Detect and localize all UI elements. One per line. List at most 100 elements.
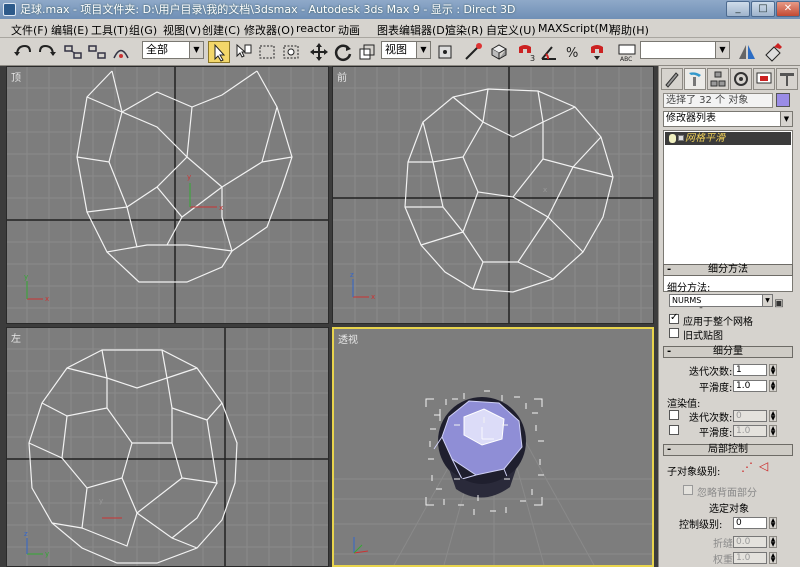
select-object-icon[interactable] <box>208 41 230 63</box>
chevron-down-icon: ▼ <box>189 42 203 58</box>
keyboard-shortcut-icon[interactable] <box>488 41 510 63</box>
viewport-left[interactable]: 左 y y z <box>6 327 329 567</box>
viewport-front[interactable]: 前 x z x <box>332 66 654 324</box>
modifier-list-dropdown[interactable]: 修改器列表 ▼ <box>663 111 793 127</box>
render-iterations-spinner-arrows[interactable]: ▲ ▼ <box>769 410 777 422</box>
percent-snap-icon[interactable]: % <box>562 41 584 63</box>
viewport-label-left[interactable]: 左 <box>11 330 21 345</box>
render-iterations-checkbox[interactable] <box>669 410 679 420</box>
render-smoothness-checkbox[interactable] <box>669 425 679 435</box>
modify-tab-icon[interactable] <box>684 68 706 90</box>
top-viewport-grid: y x x y <box>7 67 328 323</box>
menu-views[interactable]: 视图(V) <box>163 22 201 38</box>
weight-spinner[interactable]: 1.0 <box>733 552 767 564</box>
select-by-name-icon[interactable] <box>232 41 254 63</box>
utilities-tab-icon[interactable] <box>776 68 798 90</box>
render-smoothness-spinner[interactable]: 1.0 <box>733 425 767 437</box>
configure-modifier-sets-icon[interactable]: ▣ <box>771 296 787 312</box>
motion-tab-icon[interactable] <box>730 68 752 90</box>
maximize-button[interactable]: □ <box>751 1 775 17</box>
menu-tools[interactable]: 工具(T) <box>91 22 128 38</box>
stack-item-meshsmooth[interactable]: 网格平滑 <box>665 132 791 145</box>
vertex-icon[interactable]: ⋰ <box>741 460 753 474</box>
viewport-label-perspective[interactable]: 透视 <box>338 331 358 346</box>
menu-animation[interactable]: 动画 <box>338 22 360 38</box>
align-icon[interactable] <box>762 41 784 63</box>
menu-reactor[interactable]: reactor <box>296 22 335 35</box>
select-link-icon[interactable] <box>62 41 84 63</box>
rollout-subdivision-method[interactable]: - 细分方法 <box>663 264 793 276</box>
unlink-icon[interactable] <box>86 41 108 63</box>
selection-name-field[interactable]: 选择了 32 个 对象 <box>663 93 773 108</box>
move-icon[interactable] <box>308 41 330 63</box>
rotate-icon[interactable] <box>332 41 354 63</box>
title-bar: 足球.max - 项目文件夹: D:\用户目录\我的文档\3dsmax - Au… <box>0 0 800 19</box>
selection-filter-dropdown[interactable]: 全部 ▼ <box>142 41 204 59</box>
ignore-backfacing-checkbox[interactable] <box>683 485 693 495</box>
selection-filter-value: 全部 <box>146 43 168 56</box>
lightbulb-icon[interactable] <box>669 134 676 143</box>
crease-spinner-arrows[interactable]: ▲ ▼ <box>769 536 777 548</box>
angle-snap-icon[interactable] <box>538 41 560 63</box>
old-style-mapping-checkbox[interactable] <box>669 328 679 338</box>
window-crossing-icon[interactable] <box>280 41 302 63</box>
ignore-backfacing-label: 忽略背面部分 <box>697 488 757 499</box>
reference-coordinate-dropdown[interactable]: 视图 ▼ <box>381 41 431 59</box>
hierarchy-tab-icon[interactable] <box>707 68 729 90</box>
subdivision-method-dropdown[interactable]: NURMS ▼ <box>669 294 773 307</box>
viewport-label-front[interactable]: 前 <box>337 69 347 84</box>
apply-whole-mesh-checkbox[interactable] <box>669 312 679 324</box>
named-selection-icon[interactable]: ABC <box>616 41 638 63</box>
named-selection-sets-dropdown[interactable]: ▼ <box>640 41 730 59</box>
edge-icon[interactable]: ◁ <box>759 459 768 473</box>
viewport-area: 顶 y x x y 前 x z x 左 y y z 透视 <box>0 66 658 567</box>
menu-customize[interactable]: 自定义(U) <box>486 22 536 38</box>
menu-create[interactable]: 创建(C) <box>202 22 240 38</box>
snap-toggle-icon[interactable]: 3 <box>514 41 536 63</box>
menu-maxscript[interactable]: MAXScript(M) <box>538 22 613 35</box>
menu-help[interactable]: 帮助(H) <box>610 22 649 38</box>
bind-space-warp-icon[interactable] <box>110 41 132 63</box>
render-iterations-spinner[interactable]: 0 <box>733 410 767 422</box>
svg-text:x: x <box>45 295 49 303</box>
viewport-label-top[interactable]: 顶 <box>11 69 21 84</box>
minimize-button[interactable]: _ <box>726 1 750 17</box>
viewport-perspective[interactable]: 透视 <box>332 327 654 567</box>
render-iterations-label: 迭代次数: <box>689 413 733 424</box>
crease-spinner[interactable]: 0.0 <box>733 536 767 548</box>
iterations-spinner[interactable]: 1 <box>733 364 767 376</box>
render-smoothness-spinner-arrows[interactable]: ▲ ▼ <box>769 425 777 437</box>
spinner-snap-icon[interactable] <box>586 41 608 63</box>
menu-group[interactable]: 组(G) <box>129 22 157 38</box>
left-viewport-grid: y y z <box>7 328 328 566</box>
viewport-top[interactable]: 顶 y x x y <box>6 66 329 324</box>
scale-icon[interactable] <box>356 41 378 63</box>
weight-spinner-arrows[interactable]: ▲ ▼ <box>769 552 777 564</box>
iterations-spinner-arrows[interactable]: ▲ ▼ <box>769 364 777 376</box>
menu-edit[interactable]: 编辑(E) <box>51 22 89 38</box>
app-icon[interactable] <box>3 3 16 16</box>
menu-modifiers[interactable]: 修改器(O) <box>244 22 294 38</box>
menu-rendering[interactable]: 渲染(R) <box>445 22 483 38</box>
close-button[interactable]: ✕ <box>776 1 800 17</box>
rollout-local-control[interactable]: - 局部控制 <box>663 444 793 456</box>
rect-selection-icon[interactable] <box>256 41 278 63</box>
menu-graph-editors[interactable]: 图表编辑器(D) <box>377 22 449 38</box>
mirror-icon[interactable] <box>736 41 758 63</box>
menu-file[interactable]: 文件(F) <box>11 22 48 38</box>
select-manipulate-icon[interactable] <box>462 41 484 63</box>
control-level-spinner[interactable]: 0 <box>733 517 767 529</box>
display-tab-icon[interactable] <box>753 68 775 90</box>
undo-icon[interactable] <box>12 41 34 63</box>
redo-icon[interactable] <box>36 41 58 63</box>
expand-box-icon[interactable] <box>678 135 684 141</box>
create-tab-icon[interactable] <box>661 68 683 90</box>
pivot-center-icon[interactable] <box>434 41 456 63</box>
smoothness-spinner-arrows[interactable]: ▲ ▼ <box>769 380 777 392</box>
iterations-label: 迭代次数: <box>689 367 733 378</box>
smoothness-spinner[interactable]: 1.0 <box>733 380 767 392</box>
control-level-spinner-arrows[interactable]: ▲ ▼ <box>769 517 777 529</box>
rollout-header-label: 细分量 <box>713 346 743 357</box>
rollout-subdivision-amount[interactable]: - 细分量 <box>663 346 793 358</box>
object-color-swatch[interactable] <box>776 93 790 107</box>
